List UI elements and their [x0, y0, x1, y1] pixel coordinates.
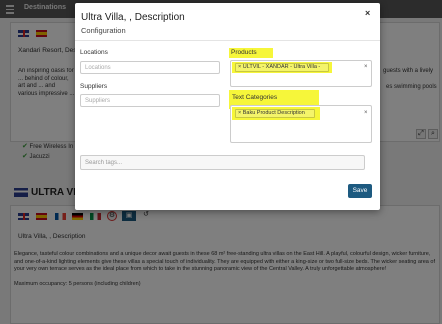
category-tag[interactable]: × Baku Product Description: [235, 109, 315, 118]
locations-input[interactable]: Locations: [80, 61, 220, 74]
text-categories-label: Text Categories: [232, 94, 278, 101]
save-button[interactable]: Save: [348, 184, 372, 198]
modal-title: Ultra Villa, , Description: [81, 12, 185, 23]
suppliers-label: Suppliers: [80, 83, 108, 90]
close-icon[interactable]: ×: [365, 8, 370, 18]
suppliers-input[interactable]: Suppliers: [80, 94, 220, 107]
products-select[interactable]: × ULTVIL - XANDAR - Ultra Villa - ×: [230, 60, 372, 87]
product-tag[interactable]: × ULTVIL - XANDAR - Ultra Villa -: [235, 63, 329, 72]
categories-clear-icon[interactable]: ×: [364, 110, 368, 116]
locations-label: Locations: [80, 49, 108, 56]
modal-subtitle: Configuration: [81, 26, 126, 35]
text-categories-select[interactable]: × Baku Product Description ×: [230, 105, 372, 143]
search-tags-input[interactable]: Search tags...: [80, 155, 365, 170]
products-label: Products: [231, 49, 257, 56]
divider: [75, 40, 380, 41]
products-clear-icon[interactable]: ×: [364, 64, 368, 70]
configuration-modal: Ultra Villa, , Description Configuration…: [75, 3, 380, 210]
